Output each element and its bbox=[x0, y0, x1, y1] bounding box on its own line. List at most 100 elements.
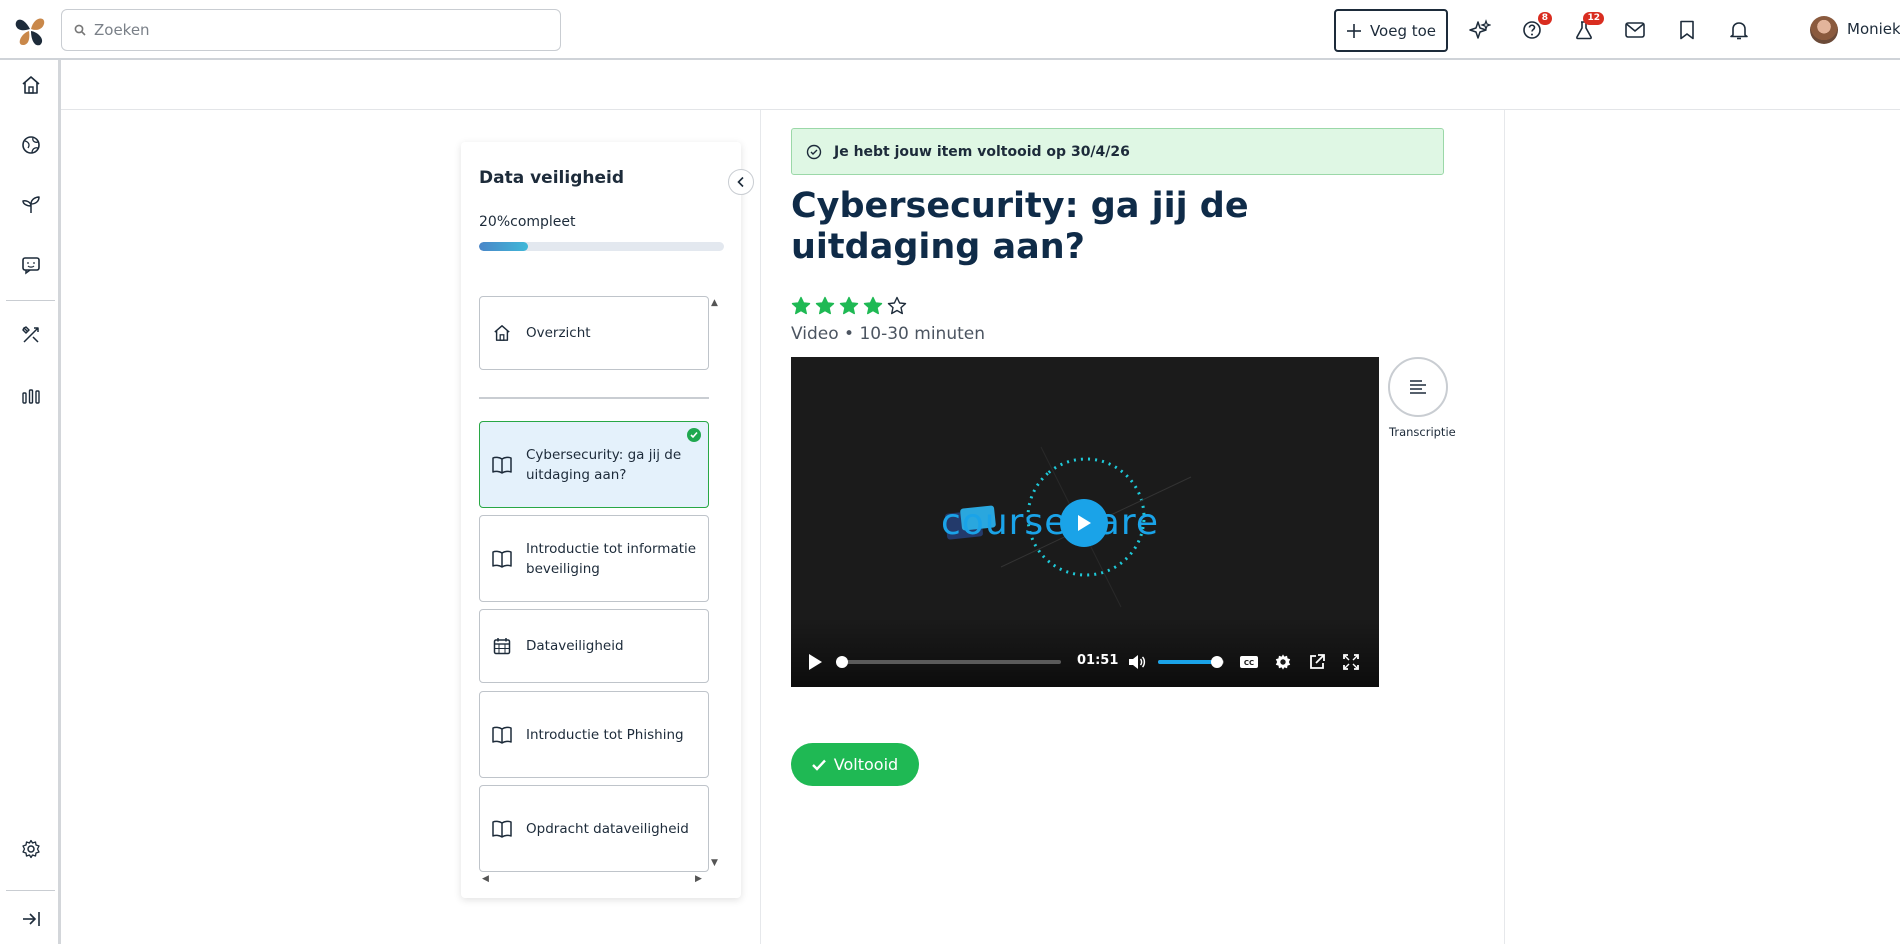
course-item-3[interactable]: Dataveiligheid bbox=[479, 609, 709, 683]
text-lines-icon bbox=[1410, 380, 1426, 394]
calendar-icon bbox=[492, 636, 512, 656]
top-bar: Voeg toe 8 12 Moniek bbox=[0, 0, 1900, 60]
bell-icon bbox=[1730, 22, 1748, 40]
book-icon bbox=[492, 725, 512, 745]
rail-divider-bottom bbox=[6, 890, 55, 891]
rail-settings[interactable] bbox=[18, 836, 44, 862]
scroll-down-arrow[interactable]: ▼ bbox=[711, 858, 718, 868]
course-title: Data veiligheid bbox=[479, 168, 624, 188]
star-filled-icon[interactable] bbox=[791, 296, 811, 316]
course-item-4[interactable]: Introductie tot Phishing bbox=[479, 691, 709, 778]
search-bar[interactable] bbox=[61, 9, 561, 51]
rating-stars[interactable] bbox=[791, 296, 907, 316]
course-list-divider bbox=[479, 397, 709, 399]
scroll-up-arrow[interactable]: ▲ bbox=[711, 298, 718, 308]
ai-sparkle-button[interactable] bbox=[1466, 16, 1494, 44]
rail-tools[interactable] bbox=[18, 322, 44, 348]
add-button-label: Voeg toe bbox=[1369, 21, 1437, 40]
course-progress-label: 20%compleet bbox=[479, 214, 576, 230]
video-captions-button[interactable]: CC bbox=[1238, 651, 1260, 673]
course-item-label: Dataveiligheid bbox=[526, 638, 624, 654]
user-name[interactable]: Moniek bbox=[1847, 20, 1900, 38]
collapse-sidebar-button[interactable] bbox=[728, 169, 754, 195]
help-button[interactable]: 8 bbox=[1518, 12, 1552, 44]
book-icon bbox=[492, 819, 512, 839]
app: Voeg toe 8 12 Moniek bbox=[0, 0, 1900, 944]
video-player[interactable]: courseware 01:51 CC bbox=[791, 357, 1379, 687]
home-icon bbox=[22, 76, 40, 94]
course-progress-bar bbox=[479, 242, 724, 251]
course-item-label: Cybersecurity: ga jij de uitdaging aan? bbox=[526, 446, 682, 483]
rail-analytics[interactable] bbox=[18, 382, 44, 408]
video-mute-button[interactable] bbox=[1126, 651, 1148, 673]
course-item-label: Opdracht dataveiligheid bbox=[526, 820, 689, 837]
search-input[interactable] bbox=[94, 21, 534, 39]
chat-icon bbox=[22, 257, 40, 275]
fullscreen-icon bbox=[1343, 654, 1359, 670]
expand-right-icon bbox=[23, 912, 40, 926]
play-icon bbox=[809, 654, 822, 670]
video-volume-fill bbox=[1158, 660, 1218, 664]
app-logo[interactable] bbox=[12, 12, 48, 48]
star-filled-icon[interactable] bbox=[863, 296, 883, 316]
course-item-2[interactable]: Introductie tot informatie beveiliging bbox=[479, 515, 709, 602]
completed-button[interactable]: Voltooid bbox=[791, 743, 919, 786]
video-play-overlay-button[interactable] bbox=[1060, 499, 1108, 547]
home-icon bbox=[492, 323, 512, 343]
overview-item[interactable]: Overzicht bbox=[479, 296, 709, 370]
sparkle-icon bbox=[1469, 19, 1491, 39]
bookmark-icon bbox=[1680, 20, 1694, 40]
video-volume-slider[interactable] bbox=[1158, 656, 1224, 668]
course-progress-fill bbox=[479, 242, 528, 251]
lab-button[interactable]: 12 bbox=[1570, 12, 1604, 44]
course-item-5[interactable]: Opdracht dataveiligheid bbox=[479, 785, 709, 872]
content-meta: Video • 10-30 minuten bbox=[791, 324, 985, 344]
gear-icon bbox=[1275, 654, 1291, 670]
video-play-button[interactable] bbox=[804, 651, 826, 673]
sub-header bbox=[61, 62, 1900, 110]
completed-button-label: Voltooid bbox=[833, 755, 899, 774]
chevron-left-icon bbox=[737, 176, 744, 188]
rail-growth[interactable] bbox=[18, 192, 44, 218]
scroll-left-arrow[interactable]: ◀ bbox=[482, 874, 489, 884]
bookmarks-button[interactable] bbox=[1673, 16, 1701, 44]
star-empty-icon[interactable] bbox=[887, 296, 907, 316]
video-fullscreen-button[interactable] bbox=[1340, 651, 1362, 673]
overview-label: Overzicht bbox=[526, 325, 591, 341]
star-filled-icon[interactable] bbox=[839, 296, 859, 316]
course-item-1[interactable]: Cybersecurity: ga jij de uitdaging aan? bbox=[479, 421, 709, 508]
rail-expand[interactable] bbox=[18, 906, 44, 932]
left-rail bbox=[0, 60, 61, 944]
scroll-right-arrow[interactable]: ▶ bbox=[695, 874, 702, 884]
star-filled-icon[interactable] bbox=[815, 296, 835, 316]
video-popout-button[interactable] bbox=[1306, 651, 1328, 673]
book-icon bbox=[492, 455, 512, 475]
sprout-icon bbox=[22, 196, 40, 213]
messages-button[interactable] bbox=[1621, 16, 1649, 44]
course-item-label: Introductie tot informatie beveiliging bbox=[526, 540, 697, 577]
video-brand-logo: courseware bbox=[941, 502, 1160, 543]
volume-icon bbox=[1129, 655, 1146, 669]
transcript-label: Transcriptie bbox=[1389, 425, 1456, 439]
transcript-button[interactable] bbox=[1388, 357, 1448, 417]
rail-home[interactable] bbox=[18, 72, 44, 98]
help-badge: 8 bbox=[1537, 12, 1552, 25]
video-seek-bar[interactable] bbox=[836, 656, 1061, 668]
check-icon bbox=[811, 759, 826, 771]
add-button[interactable]: Voeg toe bbox=[1334, 9, 1448, 52]
plus-icon bbox=[1346, 23, 1361, 38]
book-icon bbox=[492, 549, 512, 569]
lab-badge: 12 bbox=[1583, 12, 1604, 25]
bar-chart-icon bbox=[22, 389, 40, 404]
rail-chat[interactable] bbox=[18, 252, 44, 278]
notifications-button[interactable] bbox=[1725, 16, 1753, 44]
video-settings-button[interactable] bbox=[1272, 651, 1294, 673]
check-circle-icon bbox=[806, 144, 822, 159]
user-avatar[interactable] bbox=[1810, 16, 1838, 44]
video-seek-knob[interactable] bbox=[836, 656, 848, 668]
content-border-right bbox=[1504, 110, 1505, 944]
completion-banner: Je hebt jouw item voltooid op 30/4/26 bbox=[791, 128, 1444, 175]
page-title: Cybersecurity: ga jij de uitdaging aan? bbox=[791, 186, 1249, 267]
rail-explore[interactable] bbox=[18, 132, 44, 158]
rail-divider bbox=[6, 300, 55, 301]
